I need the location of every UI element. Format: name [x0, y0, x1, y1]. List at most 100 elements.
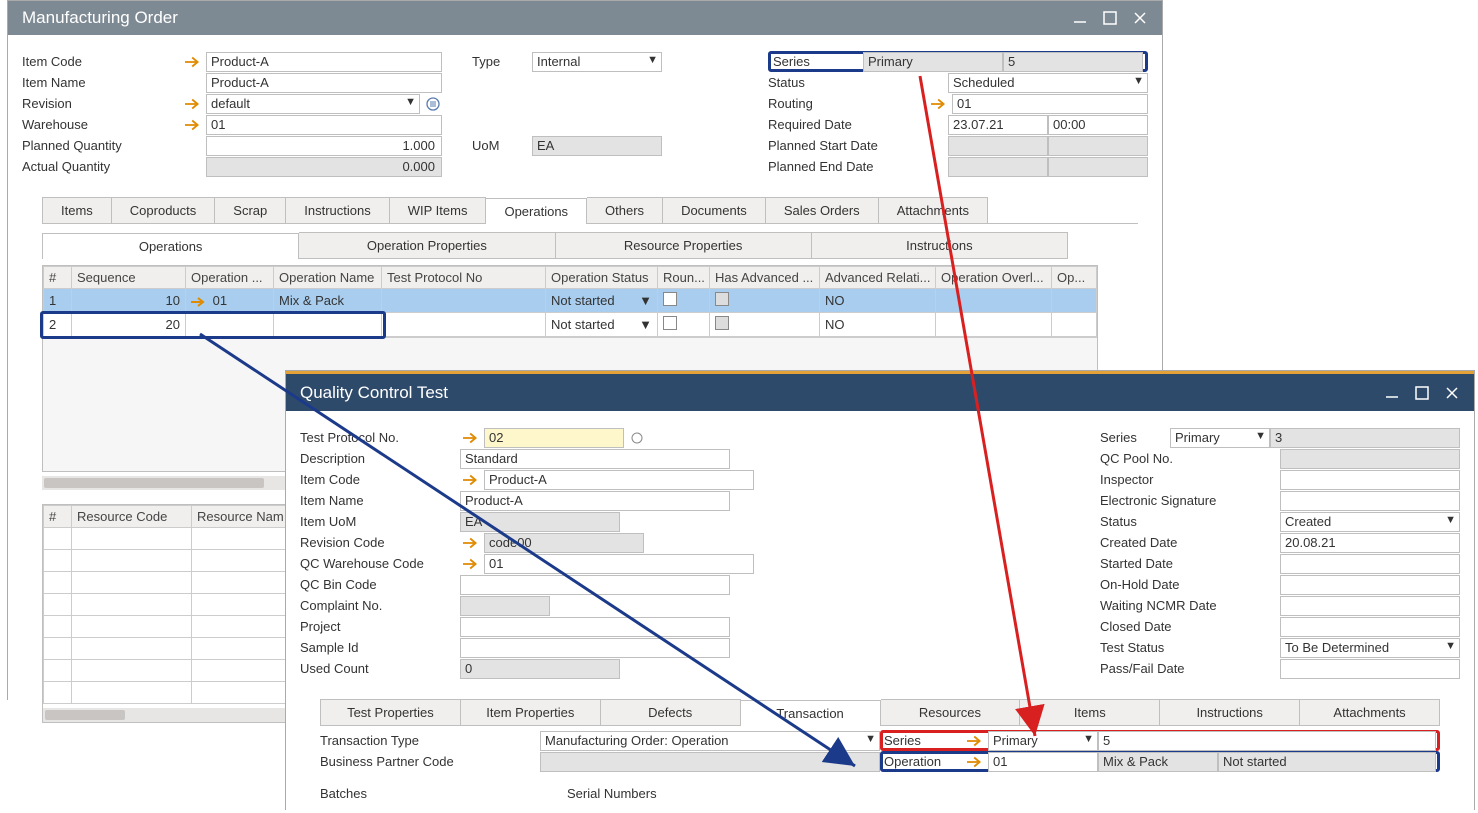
routing-input[interactable]: 01: [952, 94, 1148, 114]
tab-attachments[interactable]: Attachments: [1300, 699, 1440, 725]
col-header[interactable]: Operation Status: [546, 267, 658, 289]
qc-series-select[interactable]: Primary: [1170, 428, 1270, 448]
tab-operations[interactable]: Operations: [486, 198, 587, 224]
trans-op-label: Operation: [884, 754, 964, 769]
link-arrow-icon[interactable]: [460, 473, 484, 487]
col-header[interactable]: Operation Overl...: [936, 267, 1052, 289]
planned-qty-input[interactable]: 1.000: [206, 136, 442, 156]
description-input[interactable]: Standard: [460, 449, 730, 469]
tab-instructions[interactable]: Instructions: [1160, 699, 1300, 725]
link-arrow-icon[interactable]: [460, 431, 484, 445]
qc-bin-input[interactable]: [460, 575, 730, 595]
closed-input[interactable]: [1280, 617, 1460, 637]
planned-end-date: [948, 157, 1048, 177]
subtab-operation-properties[interactable]: Operation Properties: [299, 232, 555, 258]
col-header[interactable]: Has Advanced ...: [710, 267, 820, 289]
trans-op-code[interactable]: 01: [988, 752, 1098, 772]
bp-field: [540, 752, 880, 772]
bp-label: Business Partner Code: [320, 754, 540, 769]
col-header[interactable]: Test Protocol No: [382, 267, 546, 289]
close-button[interactable]: [1132, 10, 1148, 26]
minimize-button[interactable]: [1072, 10, 1088, 26]
minimize-button[interactable]: [1384, 385, 1400, 401]
protocol-input[interactable]: 02: [484, 428, 624, 448]
table-row[interactable]: 110 01Mix & PackNot started ▼NO: [44, 289, 1097, 313]
tab-sales-orders[interactable]: Sales Orders: [766, 197, 879, 223]
table-row[interactable]: 220Not started ▼NO: [44, 313, 1097, 337]
close-button[interactable]: [1444, 385, 1460, 401]
qc-status-select[interactable]: Created: [1280, 512, 1460, 532]
col-header[interactable]: Sequence: [72, 267, 186, 289]
tab-items[interactable]: Items: [42, 197, 112, 223]
ncmr-input[interactable]: [1280, 596, 1460, 616]
status-select[interactable]: Scheduled: [948, 73, 1148, 93]
tab-others[interactable]: Others: [587, 197, 663, 223]
esig-input[interactable]: [1280, 491, 1460, 511]
col-header[interactable]: Advanced Relati...: [820, 267, 936, 289]
warehouse-input[interactable]: 01: [206, 115, 442, 135]
trans-series-select[interactable]: Primary: [988, 731, 1098, 751]
tab-attachments[interactable]: Attachments: [879, 197, 988, 223]
ncmr-label: Waiting NCMR Date: [1100, 598, 1280, 613]
trans-series-no[interactable]: 5: [1098, 731, 1436, 751]
passfail-input[interactable]: [1280, 659, 1460, 679]
tab-item-properties[interactable]: Item Properties: [461, 699, 601, 725]
required-time-input[interactable]: 00:00: [1048, 115, 1148, 135]
col-header[interactable]: Operation ...: [186, 267, 274, 289]
project-label: Project: [300, 619, 460, 634]
revision-select[interactable]: default: [206, 94, 420, 114]
onhold-input[interactable]: [1280, 575, 1460, 595]
col-header[interactable]: #: [44, 267, 72, 289]
uom-label: UoM: [472, 138, 532, 153]
lookup-icon[interactable]: [628, 430, 646, 446]
tab-instructions[interactable]: Instructions: [286, 197, 389, 223]
tab-wip-items[interactable]: WIP Items: [390, 197, 487, 223]
qc-revision-field: code00: [484, 533, 644, 553]
resource-table: # Resource Code Resource Nam: [42, 504, 302, 723]
project-input[interactable]: [460, 617, 730, 637]
planned-start-label: Planned Start Date: [768, 138, 948, 153]
trans-type-select[interactable]: Manufacturing Order: Operation: [540, 731, 880, 751]
tab-scrap[interactable]: Scrap: [215, 197, 286, 223]
link-arrow-icon[interactable]: [182, 118, 206, 132]
qc-item-code-input[interactable]: Product-A: [484, 470, 754, 490]
routing-label: Routing: [768, 96, 928, 111]
link-arrow-icon[interactable]: [928, 97, 952, 111]
created-input[interactable]: 20.08.21: [1280, 533, 1460, 553]
subtab-instructions[interactable]: Instructions: [812, 232, 1068, 258]
link-arrow-icon[interactable]: [182, 97, 206, 111]
item-name-input[interactable]: Product-A: [206, 73, 442, 93]
item-code-input[interactable]: Product-A: [206, 52, 442, 72]
tab-coproducts[interactable]: Coproducts: [112, 197, 215, 223]
started-input[interactable]: [1280, 554, 1460, 574]
res-col-code[interactable]: Resource Code: [72, 506, 192, 528]
qc-warehouse-input[interactable]: 01: [484, 554, 754, 574]
tab-items[interactable]: Items: [1020, 699, 1160, 725]
tab-documents[interactable]: Documents: [663, 197, 766, 223]
link-arrow-icon[interactable]: [964, 734, 988, 748]
subtab-resource-properties[interactable]: Resource Properties: [556, 232, 812, 258]
maximize-button[interactable]: [1414, 385, 1430, 401]
tab-resources[interactable]: Resources: [881, 699, 1021, 725]
tab-test-properties[interactable]: Test Properties: [320, 699, 461, 725]
subtab-operations[interactable]: Operations: [42, 233, 299, 259]
scrollbar[interactable]: [43, 708, 301, 722]
link-arrow-icon[interactable]: [460, 536, 484, 550]
sample-input[interactable]: [460, 638, 730, 658]
res-col-no[interactable]: #: [44, 506, 72, 528]
col-header[interactable]: Operation Name: [274, 267, 382, 289]
link-arrow-icon[interactable]: [460, 557, 484, 571]
inspector-input[interactable]: [1280, 470, 1460, 490]
tab-defects[interactable]: Defects: [601, 699, 741, 725]
details-icon[interactable]: [424, 96, 442, 112]
qc-item-name-input[interactable]: Product-A: [460, 491, 730, 511]
maximize-button[interactable]: [1102, 10, 1118, 26]
type-select[interactable]: Internal: [532, 52, 662, 72]
tab-transaction[interactable]: Transaction: [741, 700, 881, 726]
required-date-input[interactable]: 23.07.21: [948, 115, 1048, 135]
col-header[interactable]: Roun...: [658, 267, 710, 289]
link-arrow-icon[interactable]: [964, 755, 988, 769]
col-header[interactable]: Op...: [1052, 267, 1097, 289]
link-arrow-icon[interactable]: [182, 55, 206, 69]
test-status-select[interactable]: To Be Determined: [1280, 638, 1460, 658]
